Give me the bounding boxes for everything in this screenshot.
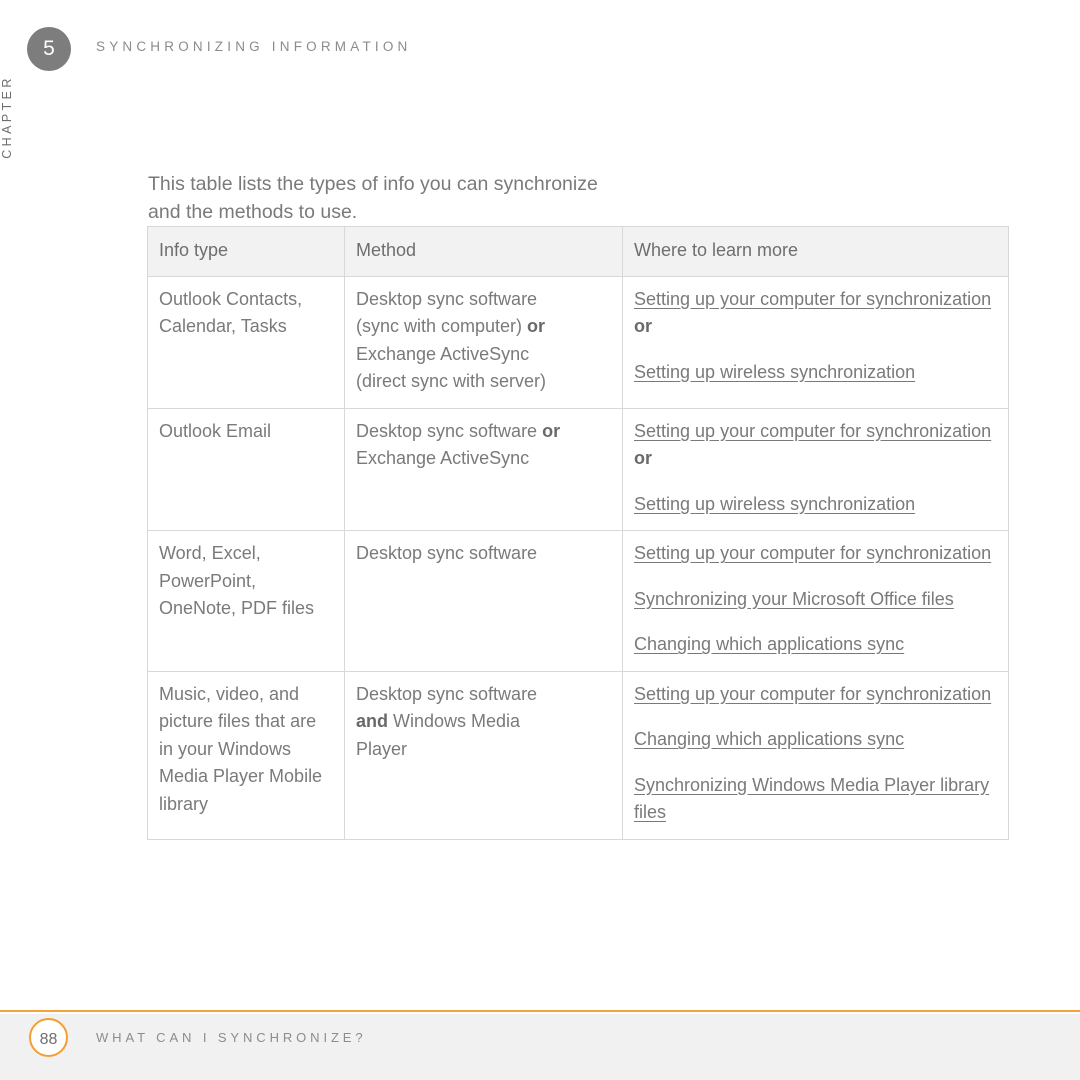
cell-where-to-learn-more: Setting up your computer for synchroniza… [622, 275, 1009, 409]
footer-title: WHAT CAN I SYNCHRONIZE? [96, 1030, 367, 1045]
doc-link[interactable]: Setting up wireless synchronization [634, 494, 915, 514]
chapter-label-text: CHAPTER [0, 75, 14, 159]
page-number-badge: 88 [29, 1018, 68, 1057]
table-row: Music, video, and picture files that are… [147, 670, 1009, 840]
method-line: Desktop sync software [356, 683, 538, 704]
doc-link[interactable]: Setting up your computer for synchroniza… [634, 543, 991, 563]
cell-where-to-learn-more: Setting up your computer for synchroniza… [622, 407, 1009, 531]
doc-link[interactable]: Changing which applications sync [634, 729, 904, 749]
cell-info-type: Outlook Contacts, Calendar, Tasks [147, 275, 345, 409]
cell-method: Desktop sync software [344, 530, 623, 672]
table-head: Info type Method Where to learn more [147, 226, 1009, 277]
doc-link[interactable]: Setting up wireless synchronization [634, 362, 915, 382]
method-line: Desktop sync software or [356, 420, 561, 441]
cell-info-type: Word, Excel, PowerPoint, OneNote, PDF fi… [147, 530, 345, 672]
footer-band [0, 1014, 1080, 1080]
sync-methods-table: Info type Method Where to learn more Out… [147, 226, 1009, 840]
method-conjunction: or [527, 316, 546, 336]
link-conjunction: or [634, 448, 652, 468]
link-block: Setting up your computer for synchroniza… [634, 286, 997, 341]
cell-method: Desktop sync software and Windows Media Pl… [344, 670, 623, 840]
doc-link[interactable]: Synchronizing Windows Media Player libra… [634, 775, 989, 823]
link-block: Synchronizing Windows Media Player libra… [634, 772, 997, 827]
table-row: Word, Excel, PowerPoint, OneNote, PDF fi… [147, 530, 1009, 672]
table-header-row: Info type Method Where to learn more [147, 226, 1009, 277]
link-block: Setting up wireless synchronization [634, 491, 997, 519]
method-line: and Windows Media [356, 711, 521, 731]
cell-info-type: Outlook Email [147, 407, 345, 531]
chapter-number-badge: 5 [27, 27, 71, 71]
column-header-method: Method [344, 226, 623, 277]
intro-paragraph: This table lists the types of info you c… [148, 172, 598, 223]
link-block: Setting up your computer for synchroniza… [634, 681, 997, 709]
cell-where-to-learn-more: Setting up your computer for synchroniza… [622, 670, 1009, 840]
link-block: Setting up your computer for synchroniza… [634, 418, 997, 473]
link-conjunction: or [634, 316, 652, 336]
cell-method: Desktop sync software (sync with computer… [344, 275, 623, 409]
doc-link[interactable]: Setting up your computer for synchroniza… [634, 684, 991, 704]
table-body: Outlook Contacts, Calendar, Tasks Desktop… [147, 275, 1009, 840]
link-block: Changing which applications sync [634, 726, 997, 754]
table-row: Outlook Contacts, Calendar, Tasks Desktop… [147, 275, 1009, 409]
method-line: Player [356, 738, 408, 759]
doc-link[interactable]: Setting up your computer for synchroniza… [634, 289, 991, 309]
doc-link[interactable]: Changing which applications sync [634, 634, 904, 654]
link-block: Setting up your computer for synchroniza… [634, 540, 997, 568]
page-title: SYNCHRONIZING INFORMATION [96, 39, 412, 54]
table-row: Outlook Email Desktop sync software or Exc… [147, 407, 1009, 531]
doc-link[interactable]: Setting up your computer for synchroniza… [634, 421, 991, 441]
cell-where-to-learn-more: Setting up your computer for synchroniza… [622, 530, 1009, 672]
method-line: (direct sync with server) [356, 371, 547, 391]
link-block: Changing which applications sync [634, 631, 997, 659]
method-conjunction: or [542, 420, 561, 441]
method-conjunction: and [356, 711, 389, 731]
footer-accent-rule [0, 1010, 1080, 1012]
cell-info-type: Music, video, and picture files that are… [147, 670, 345, 840]
page-footer: 88 WHAT CAN I SYNCHRONIZE? [0, 1010, 1080, 1080]
method-line: Desktop sync software [356, 288, 538, 309]
chapter-vertical-label: CHAPTER [0, 75, 72, 195]
doc-link[interactable]: Synchronizing your Microsoft Office file… [634, 589, 954, 609]
method-line: Desktop sync software [356, 543, 538, 563]
link-block: Setting up wireless synchronization [634, 359, 997, 387]
cell-method: Desktop sync software or Exchange ActiveS… [344, 407, 623, 531]
method-line: (sync with computer) or [356, 316, 546, 336]
method-line: Exchange ActiveSync [356, 343, 530, 364]
column-header-info-type: Info type [147, 226, 345, 277]
page-header: 5 CHAPTER SYNCHRONIZING INFORMATION [0, 0, 1080, 159]
column-header-where-to-learn-more: Where to learn more [622, 226, 1009, 277]
link-block: Synchronizing your Microsoft Office file… [634, 586, 997, 614]
method-line: Exchange ActiveSync [356, 448, 530, 468]
